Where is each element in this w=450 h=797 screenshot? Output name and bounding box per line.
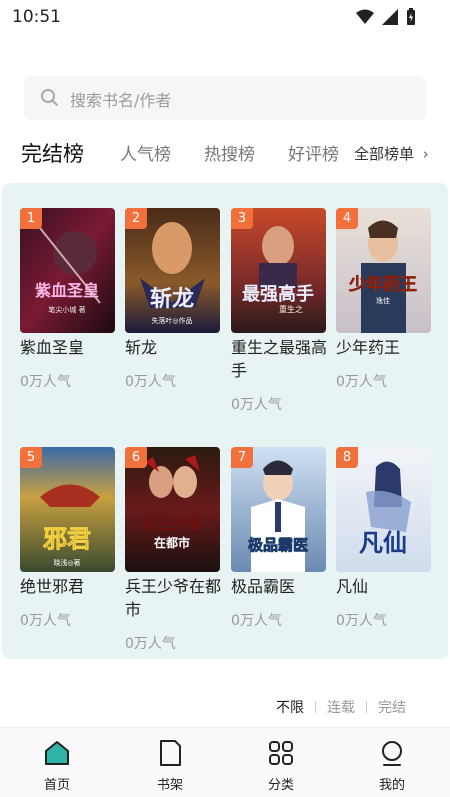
book-title[interactable]: 极品霸医 <box>231 575 331 598</box>
tab-completed[interactable]: 完结榜 <box>21 138 84 168</box>
wifi-icon <box>356 9 374 24</box>
filter-serializing[interactable]: 连载 <box>327 697 355 717</box>
book-title[interactable]: 斩龙 <box>125 336 225 359</box>
book-popularity: 0万人气 <box>20 374 71 390</box>
all-rankings-label: 全部榜单 <box>354 145 415 163</box>
book-popularity: 0万人气 <box>336 374 387 390</box>
status-filters: 不限 连载 完结 <box>276 697 406 717</box>
rank-badge: 1 <box>20 208 42 229</box>
cover-subtitle: 重生之 <box>279 304 303 314</box>
rank-badge: 6 <box>125 447 147 468</box>
nav-home[interactable]: 首页 <box>27 738 87 793</box>
cover-title: 紫血圣皇 <box>35 281 99 300</box>
cover-title: 极品霸医 <box>248 536 308 554</box>
cover-author: 失落叶◎作品 <box>151 316 192 325</box>
book-cover[interactable]: 斩龙 失落叶◎作品 2 <box>125 208 220 333</box>
rank-badge: 3 <box>231 208 253 229</box>
cover-title: 斩龙 <box>150 286 194 312</box>
signal-icon <box>382 9 398 25</box>
book-cover[interactable]: 邪君 晓浅◎著 5 <box>20 447 115 572</box>
home-icon <box>45 741 69 765</box>
book-cover[interactable]: 最强高手 重生之 3 <box>231 208 326 333</box>
cover-author: 晓浅◎著 <box>53 558 80 567</box>
bottom-nav: 首页 书架 分类 我的 <box>0 727 450 797</box>
nav-profile-label: 我的 <box>378 778 405 793</box>
status-time: 10:51 <box>12 7 61 27</box>
book-title[interactable]: 兵王少爷在都市 <box>125 575 225 621</box>
book-title[interactable]: 绝世邪君 <box>20 575 120 598</box>
profile-icon <box>382 741 402 766</box>
book-cover[interactable]: 凡仙 8 <box>336 447 431 572</box>
book-title[interactable]: 少年药王 <box>336 336 436 359</box>
nav-profile[interactable]: 我的 <box>362 738 422 793</box>
status-bar: 10:51 <box>0 0 450 34</box>
search-placeholder: 搜索书名/作者 <box>70 91 172 110</box>
search-bar[interactable]: 搜索书名/作者 <box>24 76 426 120</box>
all-rankings-link[interactable]: 全部榜单 › <box>354 143 429 164</box>
book-popularity: 0万人气 <box>231 613 282 629</box>
battery-icon <box>407 8 415 25</box>
book-cover[interactable]: 紫血圣皇 笔尖小城 著 1 <box>20 208 115 333</box>
divider <box>366 701 367 713</box>
book-cover[interactable]: 极品霸医 7 <box>231 447 326 572</box>
ranking-tabs: 完结榜 人气榜 热搜榜 好评榜 全部榜单 › <box>0 140 450 174</box>
book-popularity: 0万人气 <box>231 397 282 413</box>
chevron-right-icon: › <box>422 145 429 163</box>
nav-bookshelf[interactable]: 书架 <box>140 738 200 793</box>
rank-badge: 2 <box>125 208 147 229</box>
nav-category[interactable]: 分类 <box>251 738 311 793</box>
book-cover[interactable]: 少年药王 逸佳 4 <box>336 208 431 333</box>
divider <box>315 701 316 713</box>
rank-badge: 4 <box>336 208 358 229</box>
tab-hot-search[interactable]: 热搜榜 <box>204 140 255 165</box>
book-popularity: 0万人气 <box>125 374 176 390</box>
status-icons <box>356 8 416 26</box>
book-grid: 紫血圣皇 笔尖小城 著 1 紫血圣皇 0万人气 斩龙 失落叶◎作品 2 斩龙 0… <box>2 183 448 659</box>
filter-all[interactable]: 不限 <box>276 697 304 717</box>
rank-badge: 7 <box>231 447 253 468</box>
tab-top-rated[interactable]: 好评榜 <box>288 140 339 165</box>
cover-title: 邪君 <box>42 525 91 553</box>
nav-bookshelf-label: 书架 <box>156 778 183 793</box>
cover-subtitle: 在都市 <box>154 535 190 550</box>
cover-title: 兵王少爷 <box>142 515 203 533</box>
nav-category-label: 分类 <box>267 778 294 793</box>
book-cover[interactable]: 兵王少爷 在都市 6 <box>125 447 220 572</box>
cover-title: 凡仙 <box>359 529 407 557</box>
nav-home-label: 首页 <box>43 778 70 793</box>
cover-title: 少年药王 <box>348 274 417 295</box>
book-title[interactable]: 重生之最强高手 <box>231 336 331 382</box>
book-popularity: 0万人气 <box>20 613 71 629</box>
book-title[interactable]: 凡仙 <box>336 575 436 598</box>
rank-badge: 5 <box>20 447 42 468</box>
filter-completed[interactable]: 完结 <box>378 697 406 717</box>
book-popularity: 0万人气 <box>336 613 387 629</box>
book-popularity: 0万人气 <box>125 636 176 652</box>
cover-author: 笔尖小城 著 <box>48 305 85 314</box>
cover-author: 逸佳 <box>376 296 390 305</box>
cover-title: 最强高手 <box>242 283 314 305</box>
search-icon <box>41 89 58 106</box>
tab-popular[interactable]: 人气榜 <box>120 140 171 165</box>
rank-badge: 8 <box>336 447 358 468</box>
book-title[interactable]: 紫血圣皇 <box>20 336 120 359</box>
bookshelf-icon <box>160 740 181 766</box>
category-icon <box>269 741 293 765</box>
